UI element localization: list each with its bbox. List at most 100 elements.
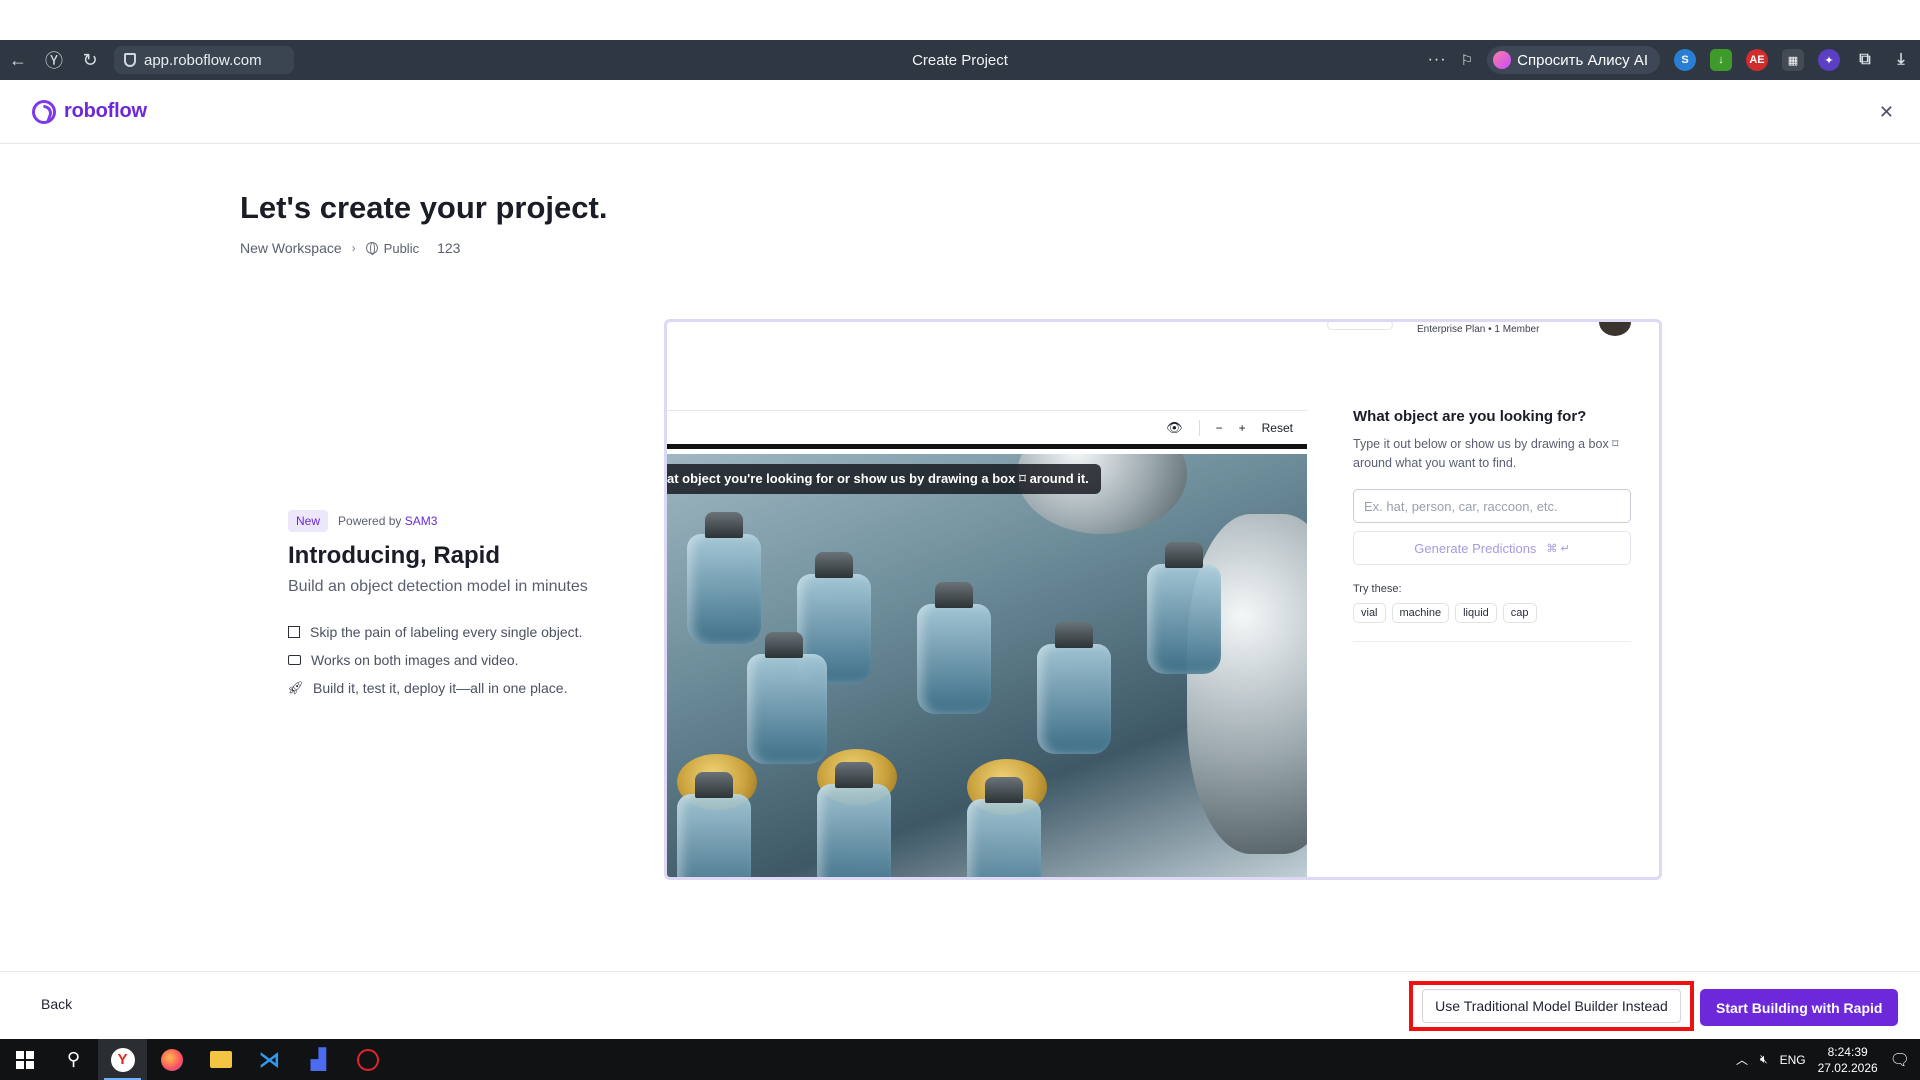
browser-toolbar: ← Ⓨ ↻ app.roboflow.com Create Project ··… bbox=[0, 40, 1920, 80]
toolbar-divider bbox=[1198, 419, 1200, 436]
generate-predictions-button[interactable]: Generate Predictions ⌘ ↵ bbox=[1353, 531, 1631, 565]
feature-item: 🚀︎ Build it, test it, deploy it—all in o… bbox=[287, 674, 648, 702]
clock-date: 27.02.2026 bbox=[1817, 1060, 1878, 1075]
zoom-in-icon[interactable]: + bbox=[1239, 421, 1246, 435]
windows-taskbar: ⚲ Y ⋊ ▟ ︿ 🔇︎ ENG 8:24:39 27.02.2026 🗨︎ bbox=[0, 1039, 1920, 1080]
image-panel: 👁︎ − + Reset at object you're looking fo… bbox=[667, 410, 1307, 877]
chart-app-icon[interactable]: ▟ bbox=[294, 1039, 343, 1080]
chip-machine[interactable]: machine bbox=[1391, 603, 1450, 623]
alisa-button[interactable]: Спросить Алису AI bbox=[1487, 46, 1660, 74]
vial bbox=[1037, 622, 1111, 754]
tab-title: Create Project bbox=[912, 51, 1008, 69]
suggestion-chips: vial machine liquid cap bbox=[1353, 603, 1633, 623]
windows-start-icon[interactable] bbox=[0, 1039, 49, 1080]
alisa-icon bbox=[1493, 51, 1512, 69]
bounding-box-icon bbox=[288, 626, 300, 638]
yandex-browser-icon[interactable]: Y bbox=[98, 1039, 147, 1080]
close-icon[interactable]: ✕ bbox=[1879, 102, 1894, 123]
vial bbox=[817, 762, 891, 877]
clock[interactable]: 8:24:39 27.02.2026 bbox=[1818, 1044, 1878, 1076]
language-indicator[interactable]: ENG bbox=[1780, 1053, 1806, 1067]
collections-icon[interactable]: ⧉ bbox=[1854, 49, 1876, 71]
notifications-icon[interactable]: 🗨︎ bbox=[1890, 1050, 1910, 1070]
extension-grid-icon[interactable]: ▦ bbox=[1782, 49, 1804, 71]
shortcut-hint: ⌘ ↵ bbox=[1546, 542, 1570, 555]
bookmark-icon[interactable]: ⚐ bbox=[1461, 52, 1474, 69]
traditional-builder-button[interactable]: Use Traditional Model Builder Instead bbox=[1422, 989, 1681, 1023]
globe-icon bbox=[365, 242, 378, 255]
vial bbox=[967, 777, 1041, 877]
reload-icon[interactable]: ↻ bbox=[72, 40, 108, 80]
visibility-label: Public bbox=[383, 240, 420, 256]
footer-bar: Back Use Traditional Model Builder Inste… bbox=[0, 971, 1920, 1039]
query-description: Type it out below or show us by drawing … bbox=[1353, 437, 1619, 470]
alisa-label: Спросить Алису AI bbox=[1517, 51, 1648, 69]
shield-icon bbox=[124, 53, 136, 67]
intro-heading: Introducing, Rapid bbox=[288, 542, 500, 569]
feature-text: Build it, test it, deploy it—all in one … bbox=[313, 680, 568, 696]
feature-item: Works on both images and video. bbox=[288, 646, 648, 674]
instruction-banner: at object you're looking for or show us … bbox=[667, 464, 1101, 494]
image-toolbar: 👁︎ − + Reset bbox=[667, 411, 1307, 449]
new-badge: New bbox=[288, 510, 329, 532]
rapid-intro: New Powered by SAM3 Introducing, Rapid B… bbox=[287, 510, 648, 702]
vial bbox=[917, 582, 991, 714]
page-title: Let's create your project. bbox=[240, 190, 608, 225]
query-title: What object are you looking for? bbox=[1353, 408, 1587, 425]
browser-right-tools: ··· ⚐ Спросить Алису AI S ↓ AE ▦ ✦ ⧉ ⤓ bbox=[1428, 40, 1912, 80]
extension-download-icon[interactable]: ↓ bbox=[1710, 49, 1732, 71]
yandex-icon[interactable]: Ⓨ bbox=[36, 40, 72, 80]
try-label: Try these: bbox=[1353, 583, 1402, 595]
back-arrow-icon[interactable]: ← bbox=[0, 40, 36, 80]
chip-vial[interactable]: vial bbox=[1353, 603, 1386, 623]
firefox-icon[interactable] bbox=[147, 1039, 196, 1080]
vial bbox=[677, 772, 751, 877]
chevron-right-icon: › bbox=[351, 241, 356, 255]
chevron-up-icon[interactable]: ︿ bbox=[1736, 1051, 1748, 1068]
object-query-input[interactable]: Ex. hat, person, car, raccoon, etc. bbox=[1353, 489, 1631, 523]
speaker-muted-icon[interactable]: 🔇︎ bbox=[1760, 1052, 1768, 1067]
plan-meta: Enterprise Plan • 1 Member bbox=[1417, 324, 1540, 335]
avatar bbox=[1599, 322, 1631, 336]
red-app-icon[interactable] bbox=[343, 1039, 392, 1080]
panel-divider bbox=[1353, 641, 1631, 642]
start-rapid-button[interactable]: Start Building with Rapid bbox=[1700, 989, 1899, 1026]
address-url[interactable]: app.roboflow.com bbox=[144, 52, 262, 69]
rapid-preview: Enterprise Plan • 1 Member 👁︎ − + Reset … bbox=[664, 319, 1662, 880]
downloads-icon[interactable]: ⤓ bbox=[1890, 49, 1912, 71]
vials-image: at object you're looking for or show us … bbox=[667, 454, 1307, 877]
highlight-box: Use Traditional Model Builder Instead bbox=[1409, 981, 1694, 1031]
extension-purple-icon[interactable]: ✦ bbox=[1818, 49, 1840, 71]
chip-cap[interactable]: cap bbox=[1502, 603, 1537, 623]
reset-button[interactable]: Reset bbox=[1262, 421, 1293, 435]
file-explorer-icon[interactable] bbox=[196, 1039, 245, 1080]
extension-shazam-icon[interactable]: S bbox=[1674, 49, 1696, 71]
roboflow-logo[interactable]: roboflow bbox=[32, 99, 147, 124]
preview-pill bbox=[1327, 322, 1393, 330]
breadcrumb-workspace[interactable]: New Workspace bbox=[240, 240, 342, 256]
eye-icon[interactable]: 👁︎ bbox=[1166, 420, 1183, 436]
powered-prefix: Powered by bbox=[338, 514, 402, 528]
sam3-link[interactable]: SAM3 bbox=[405, 514, 438, 528]
vial bbox=[747, 632, 827, 764]
logo-text: roboflow bbox=[64, 100, 147, 122]
intro-badges: New Powered by SAM3 bbox=[288, 510, 648, 532]
more-dots-icon[interactable]: ··· bbox=[1428, 51, 1447, 69]
project-name: 123 bbox=[437, 240, 461, 256]
generate-label: Generate Predictions bbox=[1414, 540, 1537, 556]
vial bbox=[1147, 542, 1221, 674]
feature-item: Skip the pain of labeling every single o… bbox=[288, 618, 648, 646]
feature-list: Skip the pain of labeling every single o… bbox=[287, 618, 648, 702]
query-panel: What object are you looking for? Type it… bbox=[1353, 408, 1633, 642]
extension-adblock-icon[interactable]: AE bbox=[1746, 49, 1768, 71]
vial bbox=[687, 512, 761, 644]
feature-text: Works on both images and video. bbox=[311, 652, 519, 668]
vscode-icon[interactable]: ⋊ bbox=[245, 1039, 294, 1080]
search-icon[interactable]: ⚲ bbox=[49, 1039, 98, 1080]
zoom-out-icon[interactable]: − bbox=[1216, 421, 1223, 435]
back-button[interactable]: Back bbox=[41, 996, 72, 1012]
breadcrumb: New Workspace › Public 123 bbox=[240, 240, 460, 256]
chip-liquid[interactable]: liquid bbox=[1455, 603, 1497, 623]
address-bar[interactable]: app.roboflow.com bbox=[114, 46, 294, 74]
feature-text: Skip the pain of labeling every single o… bbox=[310, 624, 583, 640]
